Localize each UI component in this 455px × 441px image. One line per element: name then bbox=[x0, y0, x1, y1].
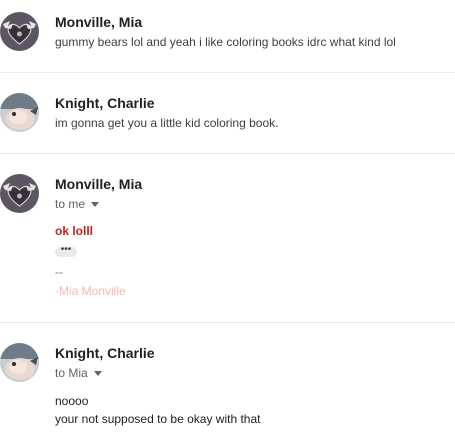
message-snippet: im gonna get you a little kid coloring b… bbox=[55, 116, 279, 130]
recipients-label: to me bbox=[55, 197, 86, 211]
sender-name: Monville, Mia bbox=[55, 176, 143, 192]
message-collapsed[interactable]: Knight, Charlie im gonna get you a littl… bbox=[0, 73, 455, 153]
chevron-down-icon bbox=[93, 370, 102, 376]
message-collapsed[interactable]: Monville, Mia gummy bears lol and yeah i… bbox=[0, 0, 455, 72]
recipients-label: to Mia bbox=[55, 366, 88, 380]
email-thread: Monville, Mia gummy bears lol and yeah i… bbox=[0, 0, 455, 441]
signature-text: -Mia Monville bbox=[55, 284, 126, 298]
message-snippet: gummy bears lol and yeah i like coloring… bbox=[55, 35, 396, 49]
bat-heart-avatar-icon[interactable] bbox=[0, 174, 39, 213]
signature-separator: -- bbox=[55, 265, 63, 279]
sender-name: Knight, Charlie bbox=[55, 95, 155, 111]
message-body-line: your not supposed to be okay with that bbox=[55, 412, 261, 426]
bird-avatar-icon[interactable] bbox=[0, 93, 39, 132]
message-body-line: noooo bbox=[55, 394, 89, 408]
bat-heart-avatar-icon[interactable] bbox=[0, 12, 39, 51]
bird-avatar-icon[interactable] bbox=[0, 343, 39, 382]
sender-name: Knight, Charlie bbox=[55, 345, 155, 361]
recipients-toggle[interactable]: to Mia bbox=[55, 366, 102, 380]
chevron-down-icon bbox=[91, 201, 100, 207]
show-trimmed-content-button[interactable]: ••• bbox=[55, 245, 77, 257]
message-body-text: ok lolll bbox=[55, 224, 94, 238]
recipients-toggle[interactable]: to me bbox=[55, 197, 100, 211]
message-expanded: Monville, Mia to me ok lolll ••• -- -Mia… bbox=[0, 154, 455, 322]
message-expanded: Knight, Charlie to Mia noooo your not su… bbox=[0, 323, 455, 441]
sender-name: Monville, Mia bbox=[55, 14, 143, 30]
